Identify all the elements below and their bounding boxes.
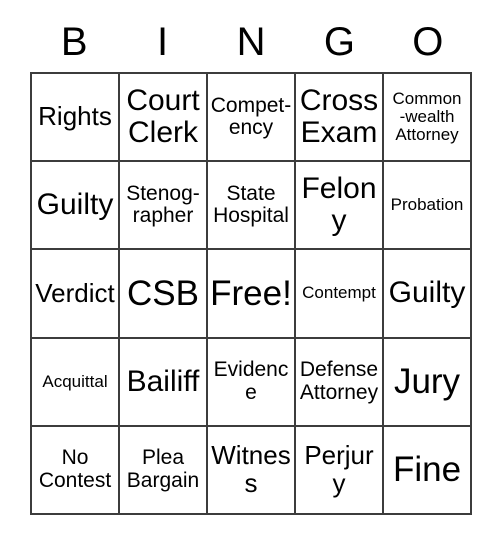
bingo-cell-n1[interactable]: Compet- ency: [208, 74, 296, 163]
bingo-cell-label: Verdict: [35, 277, 115, 308]
bingo-cell-o2[interactable]: Probation: [384, 162, 472, 251]
bingo-cell-o4[interactable]: Jury: [384, 338, 472, 427]
bingo-cell-label: Plea Bargain: [126, 446, 200, 492]
bingo-cell-n5[interactable]: Witness: [208, 426, 296, 515]
bingo-grid: Rights Court Clerk Compet- ency Cross Ex…: [30, 72, 472, 515]
bingo-cell-i5[interactable]: Plea Bargain: [120, 426, 208, 515]
bingo-cell-label: Guilty: [36, 188, 114, 222]
bingo-cell-label: Contempt: [302, 283, 376, 303]
bingo-cell-label: Acquittal: [42, 371, 108, 391]
bingo-card: B I N G O Rights Court Clerk Compet- enc…: [0, 0, 500, 544]
header-letter-o: O: [412, 20, 444, 64]
bingo-cell-label: No Contest: [38, 446, 112, 492]
bingo-cell-i4[interactable]: Bailiff: [120, 338, 208, 427]
bingo-cell-label: CSB: [127, 273, 199, 313]
bingo-cell-o3[interactable]: Guilty: [384, 250, 472, 339]
bingo-cell-g1[interactable]: Cross Exam: [296, 74, 384, 163]
free-space-label: Free!: [210, 273, 292, 313]
header-letter-i: I: [157, 20, 169, 64]
bingo-cell-n4[interactable]: Evidence: [208, 338, 296, 427]
bingo-cell-free-space[interactable]: Free!: [208, 250, 296, 339]
bingo-cell-label: Felony: [301, 172, 377, 238]
bingo-cell-g2[interactable]: Felony: [296, 162, 384, 251]
bingo-cell-i3[interactable]: CSB: [120, 250, 208, 339]
bingo-cell-b2[interactable]: Guilty: [32, 162, 120, 251]
bingo-cell-label: Compet- ency: [210, 93, 292, 140]
header-letter-n: N: [236, 20, 266, 64]
bingo-cell-g4[interactable]: Defense Attorney: [296, 338, 384, 427]
bingo-cell-label: Court Clerk: [126, 84, 200, 150]
bingo-cell-o1[interactable]: Common -wealth Attorney: [384, 74, 472, 163]
bingo-cell-label: Probation: [390, 195, 464, 215]
bingo-cell-label: Cross Exam: [299, 84, 379, 150]
bingo-cell-label: Evidence: [213, 358, 289, 404]
bingo-cell-b5[interactable]: No Contest: [32, 426, 120, 515]
bingo-header: B I N G O: [30, 14, 472, 70]
bingo-cell-label: Stenog- rapher: [126, 181, 200, 228]
bingo-cell-label: Guilty: [388, 276, 466, 310]
header-letter-b: B: [60, 20, 88, 64]
bingo-cell-g5[interactable]: Perjury: [296, 426, 384, 515]
bingo-cell-b4[interactable]: Acquittal: [32, 338, 120, 427]
bingo-cell-b3[interactable]: Verdict: [32, 250, 120, 339]
bingo-cell-o5[interactable]: Fine: [384, 426, 472, 515]
bingo-cell-label: Fine: [392, 450, 462, 490]
bingo-cell-i2[interactable]: Stenog- rapher: [120, 162, 208, 251]
bingo-cell-label: Witness: [211, 440, 291, 498]
bingo-cell-label: Jury: [393, 361, 461, 401]
bingo-cell-label: Bailiff: [126, 364, 200, 398]
bingo-cell-label: Rights: [38, 101, 112, 132]
bingo-cell-label: Perjury: [304, 440, 374, 498]
bingo-cell-label: Common -wealth Attorney: [392, 88, 462, 145]
bingo-cell-b1[interactable]: Rights: [32, 74, 120, 163]
header-letter-g: G: [323, 20, 355, 64]
bingo-cell-n2[interactable]: State Hospital: [208, 162, 296, 251]
bingo-cell-label: State Hospital: [213, 181, 289, 228]
bingo-cell-i1[interactable]: Court Clerk: [120, 74, 208, 163]
bingo-cell-g3[interactable]: Contempt: [296, 250, 384, 339]
bingo-cell-label: Defense Attorney: [299, 358, 379, 404]
